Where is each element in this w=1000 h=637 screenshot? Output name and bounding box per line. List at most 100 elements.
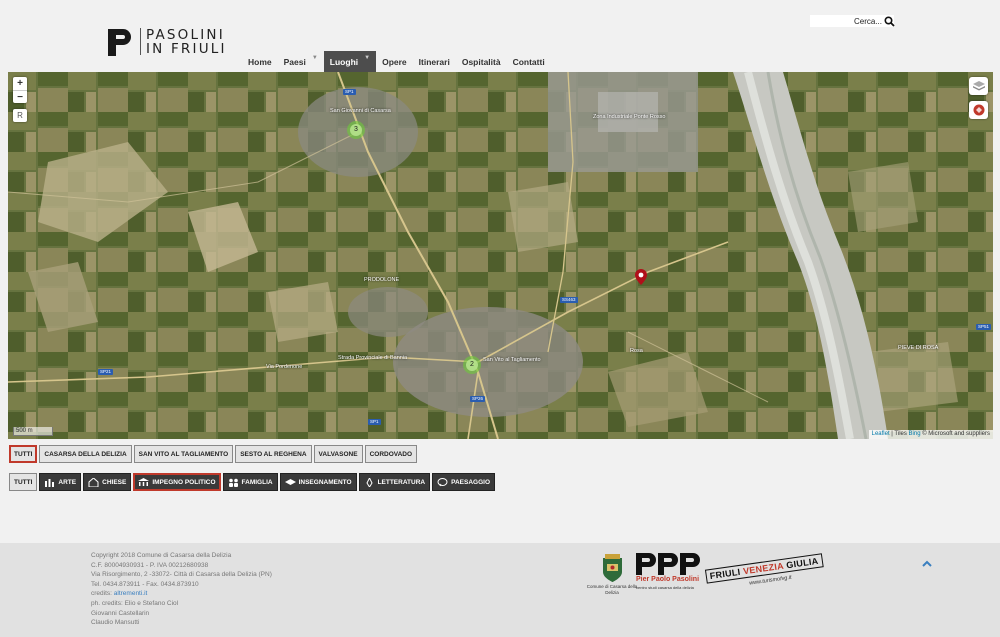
church-icon [88,476,99,487]
footer-photo-credits: ph. credits: Elio e Stefano Ciol [91,599,179,607]
nav-label: Opere [382,56,407,67]
fvg-logo[interactable]: FRIULI VENEZIA GIULIA www.turismofvg.it [704,547,824,602]
filter-label: IMPEGNO POLITICO [152,478,216,486]
zoom-in-button[interactable]: + [13,77,27,90]
map-label-san-vito: San Vito al Tagliamento [483,357,541,363]
site-logo[interactable]: PASOLINI IN FRIULI [108,28,227,56]
filter-cat-impegno-politico[interactable]: IMPEGNO POLITICO [133,473,221,491]
filter-place-casarsa[interactable]: CASARSA DELLA DELIZIA [39,445,132,463]
reset-view-button[interactable]: R [13,109,27,122]
nav-label: Home [248,56,272,67]
main-nav: Home Paesi ▼ Luoghi ▼ Opere Itinerari Ospi… [242,51,551,72]
filter-label: INSEGNAMENTO [298,478,352,486]
filter-cat-arte[interactable]: ARTE [39,473,82,491]
crest-label: Comune di Casarsa della Delizia [586,584,638,595]
footer-copyright: Copyright 2018 Comune di Casarsa della D… [91,552,232,559]
filter-cat-paesaggio[interactable]: PAESAGGIO [432,473,495,491]
category-filters: TUTTI ARTE CHIESE IMPEGNO POLITICO FAMIG… [9,473,497,491]
credits-link[interactable]: altrementi.it [114,590,148,597]
logo-line2: IN FRIULI [146,41,227,57]
attribution-rest: © Microsoft and suppliers [922,431,990,437]
nav-luoghi[interactable]: Luoghi ▼ [323,51,377,72]
road-shield: SS463 [560,297,578,303]
attribution-tiles: | Tiles [891,431,907,437]
literature-icon [364,476,375,488]
logo-line1: PASOLINI [146,27,225,43]
teaching-icon [284,478,296,487]
place-filters: TUTTI CASARSA DELLA DELIZIA SAN VITO AL … [9,445,419,463]
map-label-strada-provinciale: Strada Provinciale di Bannia [338,355,408,361]
nav-opere[interactable]: Opere [376,51,413,72]
leaflet-link[interactable]: Leaflet [872,431,890,437]
filter-label: LETTERATURA [377,478,426,486]
filter-place-cordovado[interactable]: CORDOVADO [364,445,418,463]
map-attribution: Leaflet | Tiles Bing © Microsoft and sup… [868,430,993,439]
road-shield: SP21 [98,369,114,375]
filter-label: CHIESE [102,478,127,486]
layers-icon[interactable] [969,77,988,95]
map-label-prodolone: PRODOLONE [364,277,400,283]
footer-phone: Tel. 0434.873911 - Fax. 0434.873910 [91,580,199,588]
footer-tax-ids: C.F. 80004930931 - P. IVA 00212680938 [91,561,209,569]
marker-cluster[interactable]: 2 [463,356,481,374]
filter-label: ARTE [58,478,77,486]
zoom-out-button[interactable]: − [13,90,27,103]
politics-icon [138,477,150,487]
map-label-via-pordenone: Via Pordenone [266,364,303,370]
marker-cluster[interactable]: 3 [347,121,365,139]
family-icon [228,478,239,487]
back-to-top-icon[interactable] [921,555,933,567]
nav-label: Itinerari [418,56,450,67]
fvg-title-part: GIULIA [782,555,819,571]
map-pin-icon[interactable] [635,269,647,285]
search-input[interactable] [810,15,884,27]
map-scale: 500 m [13,427,53,436]
road-shield: SP1 [343,89,356,95]
fvg-title-part: VENEZIA [742,560,785,577]
footer-photo-credits-3: Claudio Mansutti [91,619,140,627]
filter-place-sesto[interactable]: SESTO AL REGHENA [235,445,312,463]
filter-label: PAESAGGIO [451,478,490,486]
filter-cat-tutti[interactable]: TUTTI [9,473,38,491]
landscape-icon [437,477,448,487]
filter-cat-letteratura[interactable]: LETTERATURA [358,473,431,491]
site-header: PASOLINI IN FRIULI Home Paesi ▼ Luoghi ▼ O… [0,0,1000,72]
road-shield: SP1 [368,419,381,425]
logo-mark [108,28,132,56]
logo-text: PASOLINI IN FRIULI [146,28,227,56]
nav-itinerari[interactable]: Itinerari [413,51,456,72]
caret-down-icon: ▼ [364,54,371,61]
footer-credits: credits: altrementi.it [91,589,272,599]
map-container[interactable]: + − R San Giovanni di Casarsa PRODOLONE … [8,72,993,439]
filter-cat-famiglia[interactable]: FAMIGLIA [222,473,278,491]
map-label-zona-industriale: Zona Industriale Ponte Rosso [593,114,666,120]
filter-place-valvasone[interactable]: VALVASONE [313,445,363,463]
zoom-control: + − [13,77,27,103]
marker-legend-icon[interactable] [969,101,988,119]
ppp-name: Pier Paolo Pasolini [636,576,700,583]
fvg-title-part: FRIULI [709,566,744,582]
nav-ospitalita[interactable]: Ospitalità [456,51,507,72]
nav-contatti[interactable]: Contatti [507,51,551,72]
footer-photo-credits-2: Giovanni Castellarin [91,609,150,617]
nav-label: Ospitalità [461,56,501,67]
caret-down-icon: ▼ [311,54,318,61]
map-label-pieve-di-rosa: PIEVE DI ROSA [898,345,939,351]
footer-address: Via Risorgimento, 2 -33072- Città di Cas… [91,571,272,579]
credits-label: credits: [91,590,112,598]
filter-place-tutti[interactable]: TUTTI [9,445,38,463]
nav-paesi[interactable]: Paesi ▼ [278,51,324,72]
search-icon[interactable] [884,14,896,27]
filter-label: FAMIGLIA [241,478,273,486]
nav-home[interactable]: Home [242,51,278,72]
cluster-count: 2 [466,359,478,371]
ppp-subtitle: centro studi casarsa della delizia [636,585,694,590]
road-shield: SP26 [470,396,486,402]
filter-cat-chiese[interactable]: CHIESE [83,473,132,491]
cluster-count: 3 [350,124,362,136]
filter-place-san-vito[interactable]: SAN VITO AL TAGLIAMENTO [133,445,234,463]
nav-label: Paesi [283,56,306,67]
filter-cat-insegnamento[interactable]: INSEGNAMENTO [279,473,357,491]
bing-link[interactable]: Bing [909,431,921,437]
road-shield: SP51 [976,324,992,330]
